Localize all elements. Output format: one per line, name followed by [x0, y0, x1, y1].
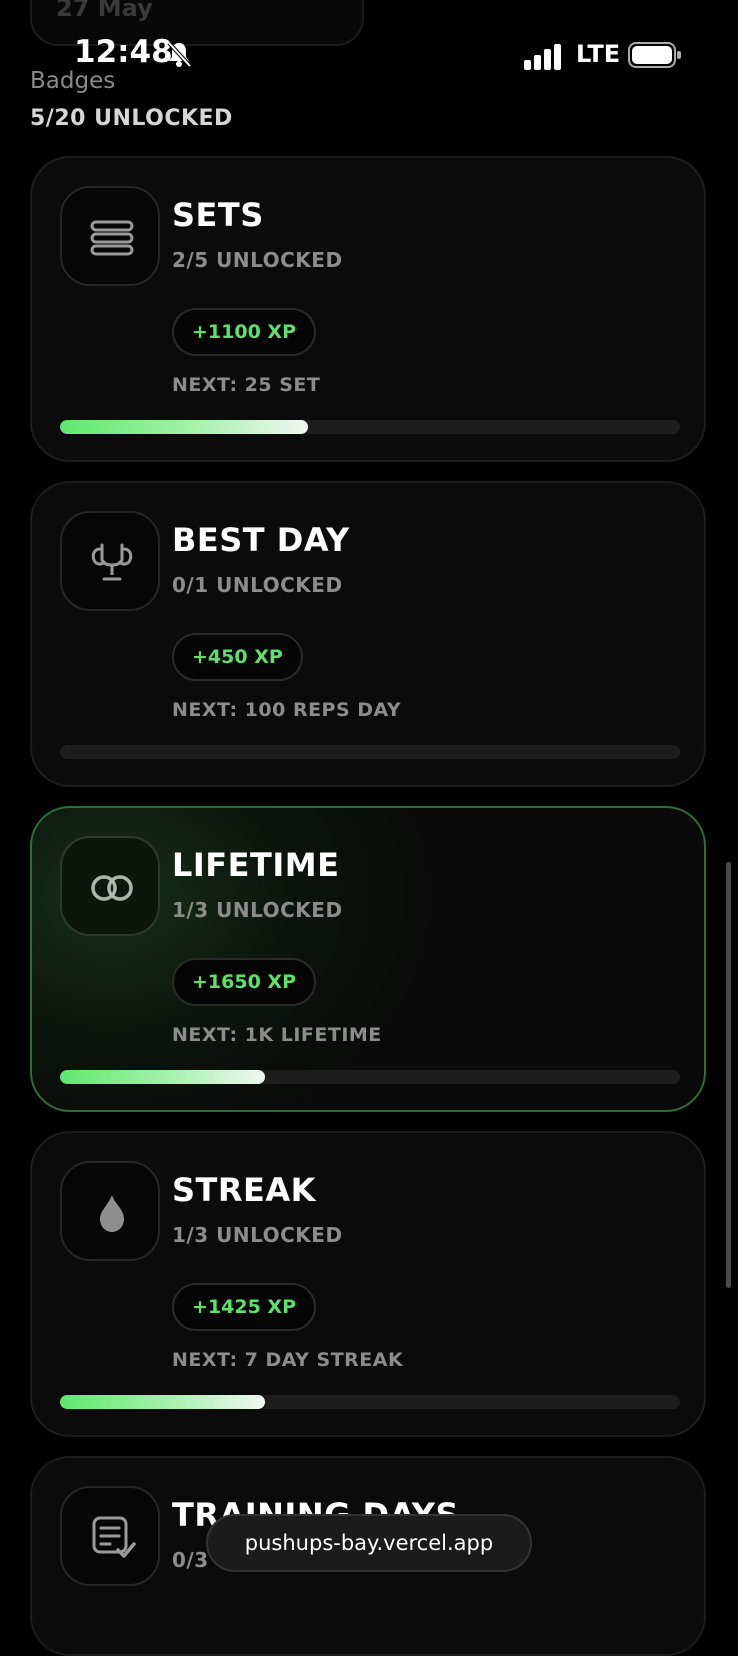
badge-next: NEXT: 1K LIFETIME: [172, 1024, 382, 1046]
badge-card-best-day[interactable]: BEST DAY 0/1 UNLOCKED +450 XP NEXT: 100 …: [30, 481, 706, 787]
badge-icon-box: [60, 836, 160, 936]
progress-fill: [60, 420, 308, 434]
browser-url-pill[interactable]: pushups-bay.vercel.app: [206, 1514, 532, 1572]
flame-icon: [100, 1195, 124, 1232]
battery-icon: [628, 42, 681, 68]
badge-unlocked: 2/5 UNLOCKED: [172, 248, 343, 272]
progress-bar: [60, 1070, 680, 1084]
checklist-icon: [92, 1516, 136, 1558]
badge-icon-box: [60, 1161, 160, 1261]
badge-title: BEST DAY: [172, 521, 350, 559]
progress-bar: [60, 745, 680, 759]
badge-title: SETS: [172, 196, 264, 234]
progress-bar: [60, 1395, 680, 1409]
network-type: LTE: [576, 40, 621, 68]
scrollbar[interactable]: [726, 862, 731, 1288]
badge-icon-box: [60, 511, 160, 611]
stack-icon: [90, 220, 134, 256]
xp-pill: +1100 XP: [172, 308, 316, 356]
trophy-icon: [91, 543, 133, 581]
badge-next: NEXT: 7 DAY STREAK: [172, 1349, 404, 1371]
infinity-rings-icon: [91, 875, 133, 901]
badge-card-sets[interactable]: SETS 2/5 UNLOCKED +1100 XP NEXT: 25 SET: [30, 156, 706, 462]
badge-title: STREAK: [172, 1171, 316, 1209]
signal-icon: [524, 44, 561, 70]
badge-unlocked: 1/3 UNLOCKED: [172, 898, 343, 922]
section-title: Badges: [30, 68, 116, 94]
badge-card-streak[interactable]: STREAK 1/3 UNLOCKED +1425 XP NEXT: 7 DAY…: [30, 1131, 706, 1437]
badge-unlocked: 1/3 UNLOCKED: [172, 1223, 343, 1247]
progress-fill: [60, 1395, 265, 1409]
status-time: 12:48: [74, 34, 173, 70]
progress-fill: [60, 1070, 265, 1084]
xp-pill: +450 XP: [172, 633, 303, 681]
xp-pill: +1650 XP: [172, 958, 316, 1006]
badge-icon-box: [60, 1486, 160, 1586]
badge-card-lifetime[interactable]: LIFETIME 1/3 UNLOCKED +1650 XP NEXT: 1K …: [30, 806, 706, 1112]
badge-unlocked: 0/1 UNLOCKED: [172, 573, 343, 597]
bell-muted-icon: [167, 41, 192, 68]
progress-bar: [60, 420, 680, 434]
badge-title: LIFETIME: [172, 846, 340, 884]
badge-icon-box: [60, 186, 160, 286]
xp-pill: +1425 XP: [172, 1283, 316, 1331]
badge-next: NEXT: 25 SET: [172, 374, 321, 396]
badges-unlocked-summary: 5/20 UNLOCKED: [30, 106, 233, 131]
badge-next: NEXT: 100 REPS DAY: [172, 699, 402, 721]
